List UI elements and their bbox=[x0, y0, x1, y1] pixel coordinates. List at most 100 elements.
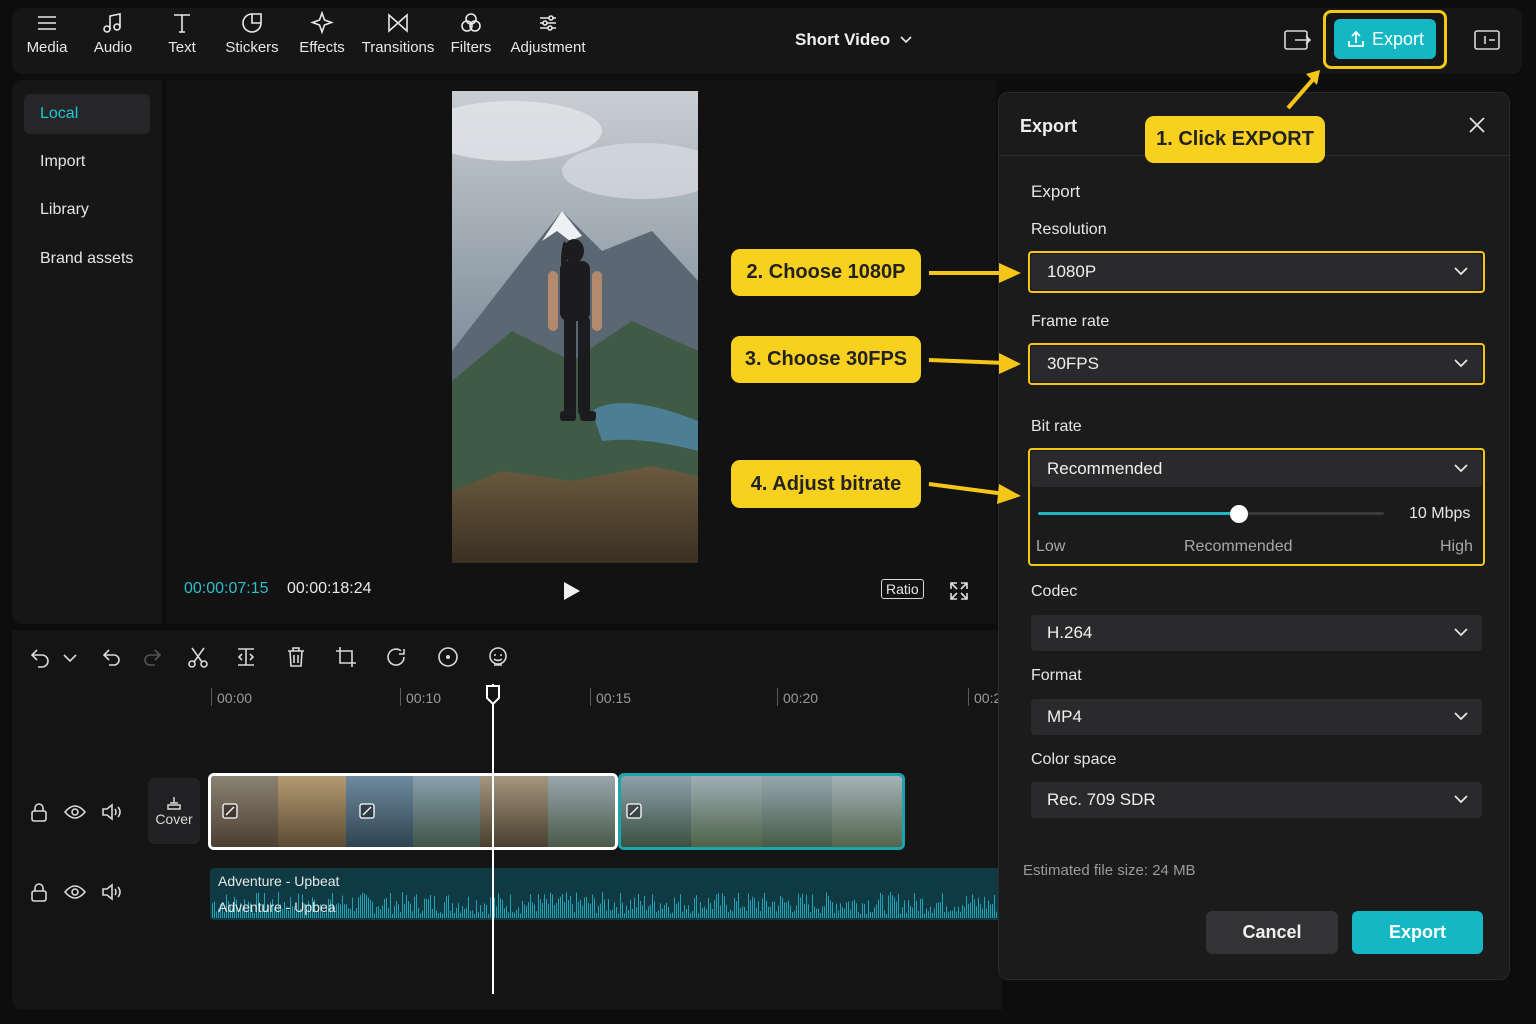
audio-clip[interactable]: Adventure - Upbeat Adventure - Upbea bbox=[210, 868, 1000, 920]
color-space-value: Rec. 709 SDR bbox=[1047, 790, 1156, 809]
toolbar-filters[interactable]: Filters bbox=[446, 0, 496, 66]
video-clip-selected[interactable] bbox=[208, 773, 618, 850]
project-title[interactable]: Short Video bbox=[795, 30, 913, 50]
transition-marker-icon[interactable] bbox=[359, 803, 375, 819]
lock-icon[interactable] bbox=[30, 882, 48, 902]
close-icon[interactable] bbox=[1468, 116, 1486, 134]
arrow-icon bbox=[1286, 70, 1320, 110]
clip-thumbnail bbox=[547, 776, 615, 847]
scale-mid-label: Recommended bbox=[1184, 538, 1293, 555]
bit-rate-slider-handle[interactable] bbox=[1229, 505, 1248, 523]
export-button[interactable]: Export bbox=[1352, 911, 1483, 954]
redo-icon[interactable] bbox=[140, 645, 164, 669]
video-preview[interactable] bbox=[452, 91, 698, 563]
toolbar-label: Adjustment bbox=[510, 38, 586, 56]
transition-marker-icon[interactable] bbox=[222, 803, 238, 819]
panel-icon[interactable] bbox=[1473, 28, 1503, 52]
codec-select[interactable]: H.264 bbox=[1031, 615, 1482, 651]
arrow-icon bbox=[928, 353, 1021, 374]
toolbar-label: Audio bbox=[93, 38, 133, 56]
scale-high-label: High bbox=[1440, 538, 1473, 555]
volume-icon[interactable] bbox=[100, 882, 122, 902]
clip-thumbnail bbox=[412, 776, 481, 847]
fullscreen-icon[interactable] bbox=[948, 580, 970, 602]
toolbar-text[interactable]: Text bbox=[157, 0, 207, 66]
tick-mark bbox=[211, 688, 212, 706]
toolbar-stickers[interactable]: Stickers bbox=[222, 0, 282, 66]
music-note-icon bbox=[103, 12, 121, 33]
frame-rate-highlight-box bbox=[1028, 343, 1485, 385]
cancel-button[interactable]: Cancel bbox=[1206, 911, 1338, 954]
chevron-down-icon bbox=[1454, 464, 1468, 473]
trash-icon[interactable] bbox=[284, 645, 308, 669]
tick-label: 00:15 bbox=[596, 690, 632, 706]
crop-icon[interactable] bbox=[334, 645, 358, 669]
lock-icon[interactable] bbox=[30, 802, 48, 822]
bit-rate-mbps: 10 Mbps bbox=[1409, 505, 1471, 522]
toolbar-label: Media bbox=[26, 38, 68, 56]
video-clip[interactable] bbox=[618, 773, 905, 850]
clip-thumbnail bbox=[691, 776, 762, 847]
toolbar-label: Text bbox=[168, 38, 196, 56]
toolbar-adjustment[interactable]: Adjustment bbox=[508, 0, 588, 66]
chevron-down-icon bbox=[1454, 712, 1468, 721]
sidebar-item-local[interactable]: Local bbox=[24, 94, 150, 134]
toolbar-effects[interactable]: Effects bbox=[296, 0, 348, 66]
sidebar-item-import[interactable]: Import bbox=[24, 142, 150, 182]
playhead-handle-icon[interactable] bbox=[485, 684, 501, 706]
toolbar-audio[interactable]: Audio bbox=[88, 0, 138, 66]
bit-rate-select[interactable]: Recommended bbox=[1031, 451, 1482, 487]
upload-icon bbox=[1348, 30, 1364, 47]
video-frame-image bbox=[452, 91, 698, 563]
undo-icon[interactable] bbox=[28, 645, 52, 669]
volume-icon[interactable] bbox=[100, 802, 122, 822]
cover-label: Cover bbox=[155, 811, 193, 827]
bit-rate-label: Bit rate bbox=[1031, 418, 1082, 435]
chevron-down-icon[interactable] bbox=[58, 645, 82, 669]
eye-icon[interactable] bbox=[64, 803, 86, 821]
tick-label: 00:10 bbox=[406, 690, 442, 706]
eye-icon[interactable] bbox=[64, 883, 86, 901]
current-time: 00:00:07:15 bbox=[184, 580, 269, 597]
loop-icon[interactable] bbox=[384, 645, 408, 669]
play-icon[interactable] bbox=[560, 580, 582, 602]
face-icon[interactable] bbox=[486, 645, 510, 669]
color-space-label: Color space bbox=[1031, 751, 1117, 768]
codec-label: Codec bbox=[1031, 583, 1078, 600]
format-select[interactable]: MP4 bbox=[1031, 699, 1482, 735]
audio-track-controls bbox=[22, 852, 130, 932]
bowtie-icon bbox=[388, 12, 408, 33]
color-space-select[interactable]: Rec. 709 SDR bbox=[1031, 782, 1482, 818]
playhead[interactable] bbox=[492, 684, 494, 994]
video-track-controls bbox=[22, 772, 130, 852]
speed-icon[interactable] bbox=[436, 645, 460, 669]
toolbar-transitions[interactable]: Transitions bbox=[360, 0, 436, 66]
tick-label: 00:00 bbox=[217, 690, 253, 706]
tick-mark bbox=[590, 688, 591, 706]
sidebar-item-brand-assets[interactable]: Brand assets bbox=[24, 239, 150, 279]
clip-thumbnail bbox=[480, 776, 548, 847]
section-heading: Export bbox=[1031, 182, 1081, 201]
scissors-icon[interactable] bbox=[186, 645, 210, 669]
audio-clip-label: Adventure - Upbeat bbox=[218, 873, 340, 889]
share-icon[interactable] bbox=[1283, 28, 1313, 52]
clip-thumbnail bbox=[831, 776, 902, 847]
callout-step-3: 3. Choose 30FPS bbox=[731, 336, 921, 383]
frame-rate-label: Frame rate bbox=[1031, 313, 1110, 330]
toolbar-media[interactable]: Media bbox=[22, 0, 72, 66]
scale-low-label: Low bbox=[1036, 538, 1066, 555]
split-icon[interactable] bbox=[234, 645, 258, 669]
bit-rate-slider-fill bbox=[1038, 512, 1239, 515]
clip-thumbnail bbox=[761, 776, 832, 847]
sidebar-item-library[interactable]: Library bbox=[24, 190, 150, 230]
cover-button[interactable]: Cover bbox=[148, 778, 200, 844]
tick-mark bbox=[400, 688, 401, 706]
ratio-button[interactable]: Ratio bbox=[881, 579, 924, 599]
format-value: MP4 bbox=[1047, 707, 1082, 726]
export-top-button[interactable]: Export bbox=[1334, 19, 1436, 59]
format-label: Format bbox=[1031, 667, 1082, 684]
undo-step-icon[interactable] bbox=[100, 645, 124, 669]
arrow-icon bbox=[928, 482, 1021, 504]
tick-mark bbox=[968, 688, 969, 706]
transition-marker-icon[interactable] bbox=[626, 803, 642, 819]
